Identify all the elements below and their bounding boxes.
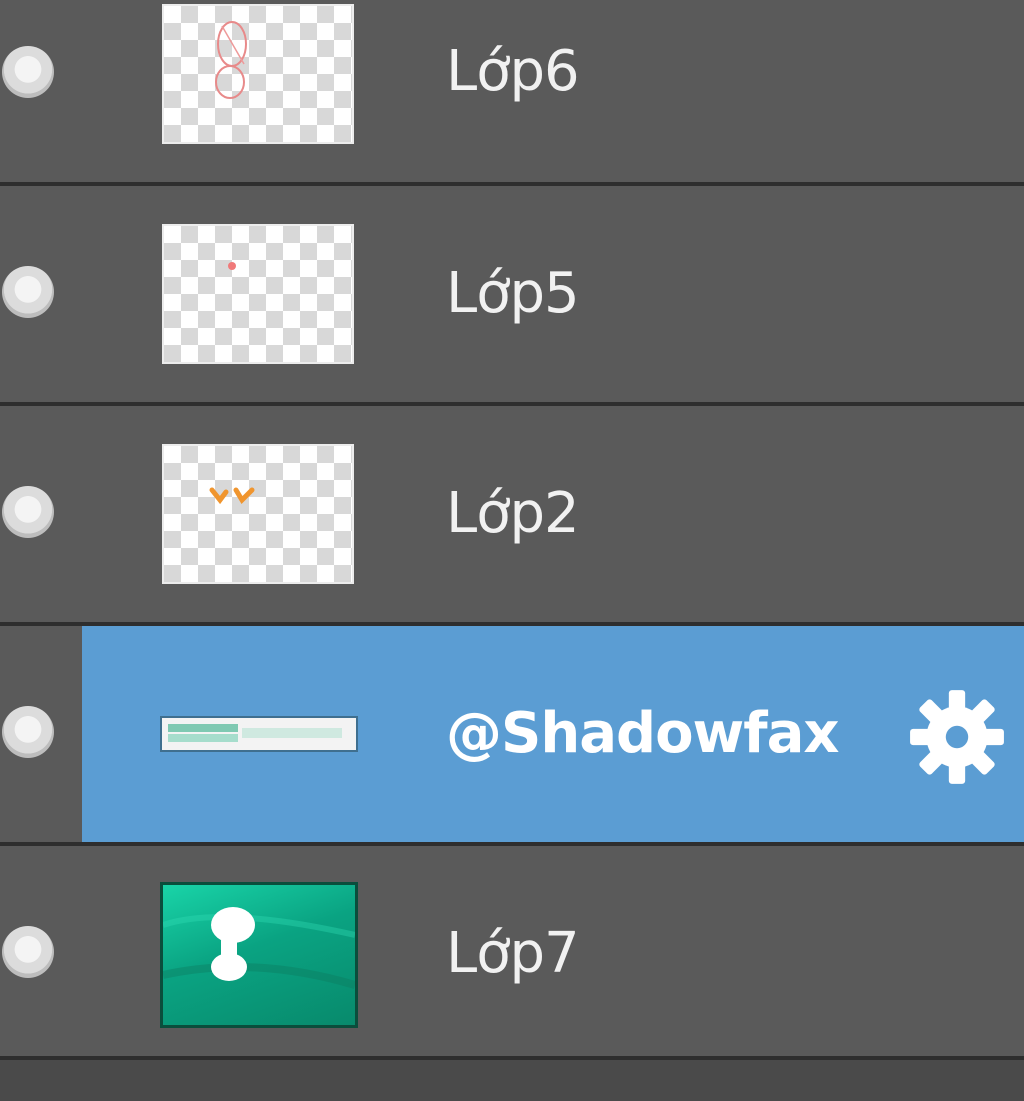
text-strip-icon — [168, 724, 342, 742]
panel-bottom-bar — [0, 1060, 1024, 1101]
layer-name: Lớp6 — [446, 39, 580, 104]
layer-row-lop6[interactable]: Lớp6 — [0, 0, 1024, 186]
visibility-toggle-icon[interactable] — [2, 926, 54, 978]
red-dot-icon — [228, 262, 236, 270]
red-sketch-icon — [215, 21, 247, 99]
white-figure-icon — [163, 907, 355, 989]
layer-name: Lớp2 — [446, 481, 580, 546]
layer-row-lop2[interactable]: Lớp2 — [0, 406, 1024, 626]
layer-thumbnail — [162, 4, 354, 144]
layer-name: @Shadowfax — [446, 701, 840, 766]
layer-thumbnail — [160, 882, 358, 1028]
visibility-toggle-icon[interactable] — [2, 706, 54, 758]
layer-row-lop7[interactable]: Lớp7 — [0, 846, 1024, 1060]
layers-panel: Lớp6 Lớp5 Lớp2 @Shadowfax Lớp7 — [0, 0, 1024, 1101]
layer-thumbnail — [162, 444, 354, 584]
layer-thumbnail — [162, 224, 354, 364]
layer-name: Lớp5 — [446, 261, 580, 326]
orange-marks-icon — [209, 487, 255, 505]
layer-row-lop5[interactable]: Lớp5 — [0, 186, 1024, 406]
visibility-toggle-icon[interactable] — [2, 46, 54, 98]
layer-thumbnail — [160, 716, 358, 752]
visibility-toggle-icon[interactable] — [2, 266, 54, 318]
layer-name: Lớp7 — [446, 921, 580, 986]
layer-row-shadowfax[interactable]: @Shadowfax — [0, 626, 1024, 846]
visibility-toggle-icon[interactable] — [2, 486, 54, 538]
gear-icon[interactable] — [906, 686, 1008, 788]
